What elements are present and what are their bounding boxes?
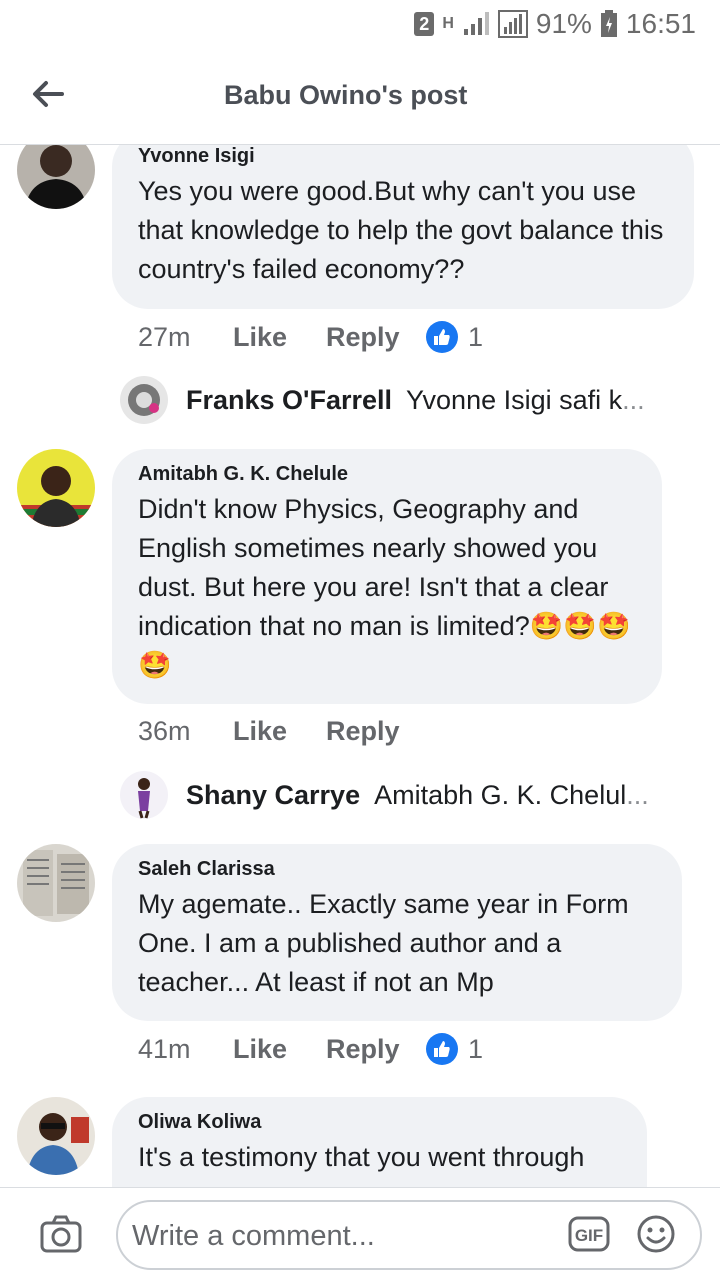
like-count: 1 [468, 321, 484, 352]
like-count: 1 [468, 1033, 484, 1064]
comment-input[interactable]: Write a comment... GIF [116, 1200, 702, 1270]
comment-text: Didn't know Physics, Geography and Engli… [138, 494, 631, 680]
battery-icon [600, 10, 618, 38]
reply-author: Shany Carrye [186, 779, 361, 810]
avatar[interactable] [17, 844, 95, 922]
comment-time[interactable]: 41m [138, 1034, 233, 1065]
sim-indicator: 2 [414, 12, 435, 36]
comment-author[interactable]: Saleh Clarissa [138, 858, 656, 881]
reply-button[interactable]: Reply [326, 1034, 426, 1065]
reply-preview[interactable]: Franks O'Farrell Yvonne Isigi safi k... [120, 376, 645, 424]
avatar[interactable] [17, 145, 95, 209]
comment-bubble[interactable]: Yvonne Isigi Yes you were good.But why c… [112, 145, 694, 309]
reply-preview[interactable]: Shany Carrye Amitabh G. K. Chelul... [120, 771, 649, 819]
comment-composer: Write a comment... GIF [0, 1187, 720, 1281]
like-button[interactable]: Like [233, 322, 326, 353]
avatar[interactable] [17, 449, 95, 527]
reply-button[interactable]: Reply [326, 716, 426, 747]
reply-button[interactable]: Reply [326, 322, 426, 353]
comment-author[interactable]: Oliwa Koliwa [138, 1111, 621, 1134]
gif-icon[interactable]: GIF [568, 1216, 610, 1252]
comment-text: It's a testimony that you went through [138, 1142, 585, 1172]
comment-author[interactable]: Amitabh G. K. Chelule [138, 463, 636, 486]
reply-snippet: Amitabh G. K. Chelul [374, 779, 627, 810]
comment-bubble[interactable]: Saleh Clarissa My agemate.. Exactly same… [112, 844, 682, 1021]
post-header: Babu Owino's post [0, 48, 720, 145]
comments-list: Yvonne Isigi Yes you were good.But why c… [0, 145, 720, 1187]
like-button[interactable]: Like [233, 1034, 326, 1065]
ellipsis: ... [622, 384, 645, 415]
comment-time[interactable]: 36m [138, 716, 233, 747]
reaction-count[interactable]: 1 [426, 1033, 483, 1065]
comment-text: My agemate.. Exactly same year in Form O… [138, 889, 629, 997]
thumbs-up-icon [426, 1033, 458, 1065]
page-title: Babu Owino's post [224, 80, 468, 110]
camera-icon[interactable] [40, 1214, 82, 1254]
comment-actions: 41m Like Reply 1 [138, 1033, 483, 1065]
comment-time[interactable]: 27m [138, 322, 233, 353]
reply-avatar [120, 771, 168, 819]
comment-actions: 27m Like Reply 1 [138, 321, 483, 353]
comment-bubble[interactable]: Amitabh G. K. Chelule Didn't know Physic… [112, 449, 662, 704]
comment-actions: 36m Like Reply [138, 716, 426, 747]
gif-label: GIF [575, 1226, 603, 1245]
comment-author[interactable]: Yvonne Isigi [138, 145, 668, 168]
avatar[interactable] [17, 1097, 95, 1175]
comment-bubble[interactable]: Oliwa Koliwa It's a testimony that you w… [112, 1097, 647, 1187]
like-button[interactable]: Like [233, 716, 326, 747]
comment-placeholder: Write a comment... [132, 1220, 375, 1252]
comment-text: Yes you were good.But why can't you use … [138, 176, 664, 284]
thumbs-up-icon [426, 321, 458, 353]
ellipsis: ... [626, 779, 649, 810]
signal-icon-2 [497, 10, 528, 38]
emoji-icon[interactable] [636, 1214, 676, 1254]
status-bar: 2 H 91% 16:51 [0, 0, 720, 48]
reply-author: Franks O'Farrell [186, 384, 393, 415]
network-type: H [442, 15, 454, 32]
clock: 16:51 [625, 8, 696, 39]
back-arrow-icon[interactable] [30, 76, 66, 112]
reply-avatar [120, 376, 168, 424]
reaction-count[interactable]: 1 [426, 321, 483, 353]
battery-percent: 91% [535, 8, 592, 39]
signal-icon [462, 11, 490, 37]
reply-snippet: Yvonne Isigi safi k [406, 384, 623, 415]
